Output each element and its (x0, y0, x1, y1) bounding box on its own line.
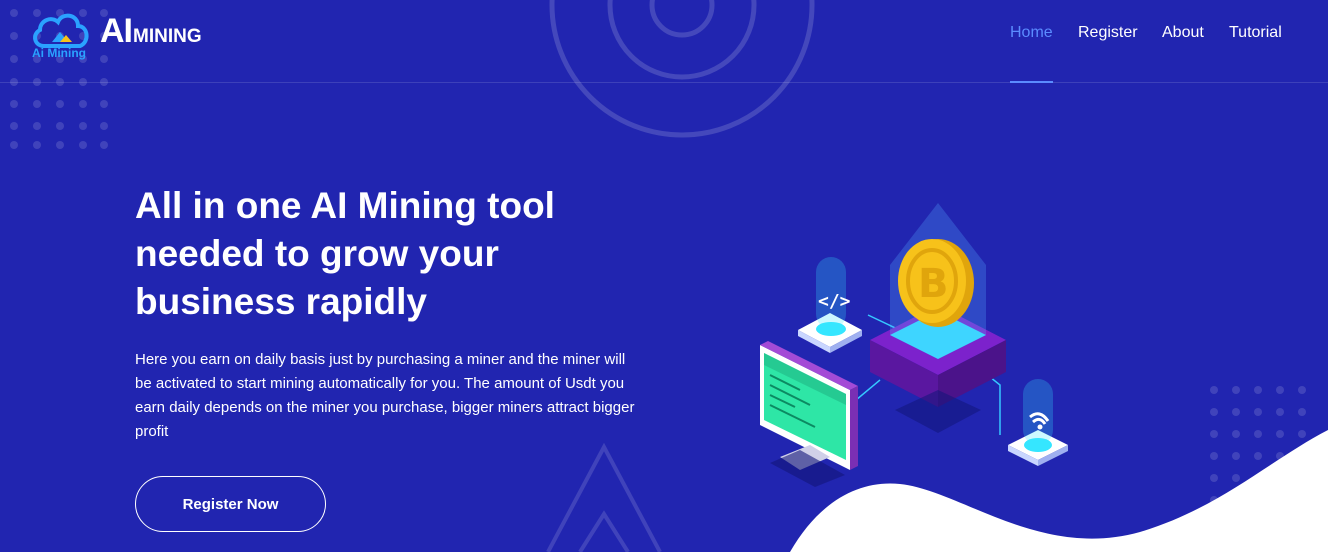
nav-item-tutorial[interactable]: Tutorial (1229, 24, 1282, 42)
brand-name-big: AI (100, 12, 133, 50)
site-header: Ai Mining AIMINING Home Register About T… (0, 0, 1328, 83)
wifi-node-icon (1008, 379, 1068, 466)
register-now-button[interactable]: Register Now (135, 476, 326, 532)
nav-item-register[interactable]: Register (1078, 24, 1138, 42)
nav-active-indicator (1010, 81, 1053, 83)
triangle-outline (546, 442, 662, 552)
brand-name-small: MINING (133, 26, 202, 47)
svg-text:B: B (918, 261, 949, 307)
hero-title: All in one AI Mining tool needed to grow… (135, 185, 555, 322)
svg-text:</>: </> (818, 291, 851, 312)
nav-item-home[interactable]: Home (1010, 24, 1053, 42)
code-node-icon: </> (798, 257, 862, 353)
nav-item-about[interactable]: About (1162, 24, 1204, 42)
hero-description: Here you earn on daily basis just by pur… (135, 351, 635, 440)
mining-illustration: </> B (760, 203, 1068, 487)
logo-caption: Ai Mining (32, 46, 86, 60)
brand-name[interactable]: AIMINING (100, 12, 202, 51)
monitor-icon (760, 341, 858, 487)
